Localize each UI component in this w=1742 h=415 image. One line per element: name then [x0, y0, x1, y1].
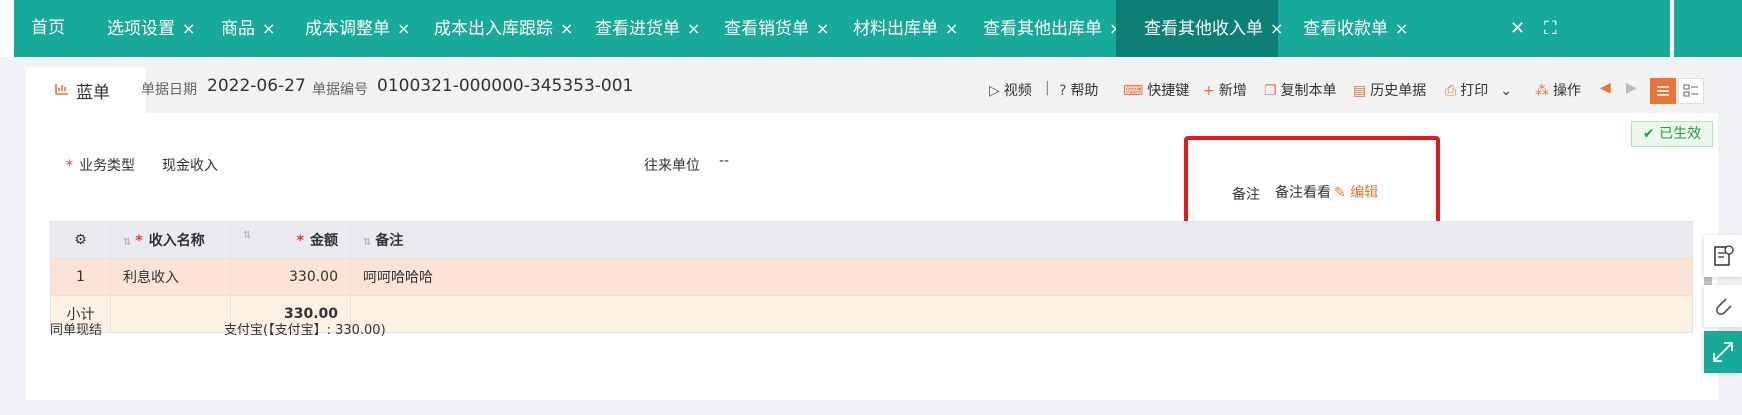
- required-marker: *: [296, 233, 304, 249]
- paperclip-icon: [1715, 298, 1732, 316]
- sort-icon: ⇅: [363, 237, 372, 248]
- list-icon: [1657, 86, 1669, 96]
- fullscreen-icon[interactable]: ⛶: [1544, 0, 1557, 57]
- tab-cost-tracking[interactable]: 成本出入库跟踪 ×: [434, 0, 573, 57]
- status-badge: ✔ 已生效: [1631, 121, 1713, 147]
- close-icon[interactable]: ×: [560, 19, 573, 38]
- tab-cost-adjustment[interactable]: 成本调整单 ×: [305, 0, 410, 57]
- operate-button[interactable]: ⁂ 操作: [1535, 80, 1581, 100]
- tab-home[interactable]: 首页: [31, 0, 65, 57]
- shortcuts-button[interactable]: ⌨ 快捷键: [1123, 80, 1189, 100]
- subtotal-remark: [350, 295, 1693, 333]
- help-icon: ?: [1059, 83, 1067, 99]
- grid-icon: ⁂: [1535, 83, 1549, 99]
- required-marker: *: [135, 233, 143, 249]
- list-view-button[interactable]: [1650, 78, 1676, 104]
- side-expand-button[interactable]: [1704, 331, 1742, 373]
- tab-other-income[interactable]: 查看其他收入单 ×: [1116, 0, 1283, 57]
- tab-other-outbound[interactable]: 查看其他出库单×: [983, 0, 1122, 57]
- new-button[interactable]: + 新增: [1203, 80, 1247, 100]
- partner-label: 往来单位: [644, 158, 700, 174]
- cash-label: 同单现结: [50, 323, 103, 338]
- document-header: 蓝单 单据日期 2022-06-27 单据编号 0100321-000000-3…: [26, 67, 1718, 113]
- play-icon: ▷: [989, 83, 1000, 99]
- tab-option-settings[interactable]: 选项设置 ×: [107, 0, 195, 57]
- table-row[interactable]: 1 利息收入 330.00 呵呵哈哈哈: [50, 258, 1693, 296]
- income-name-cell[interactable]: 利息收入: [110, 258, 231, 296]
- partner-value: --: [719, 153, 730, 169]
- plus-icon: +: [1203, 83, 1215, 99]
- number-value: 0100321-000000-345353-001: [377, 76, 634, 96]
- highlight-box: [1184, 136, 1440, 232]
- side-notes-button[interactable]: [1704, 235, 1742, 277]
- close-icon[interactable]: ×: [397, 19, 410, 38]
- close-icon[interactable]: ×: [262, 19, 275, 38]
- document-panel: 蓝单 单据日期 2022-06-27 单据编号 0100321-000000-3…: [26, 67, 1718, 400]
- close-icon[interactable]: ×: [687, 19, 700, 38]
- chart-icon: [55, 84, 68, 95]
- history-button[interactable]: ▤ 历史单据: [1353, 80, 1426, 100]
- tab-products[interactable]: 商品 ×: [221, 0, 275, 57]
- side-attachment-button[interactable]: [1704, 285, 1742, 327]
- close-all-icon[interactable]: ✕: [1510, 0, 1525, 57]
- cash-value: 支付宝(【支付宝】: 330.00): [224, 323, 386, 338]
- column-settings[interactable]: ⚙: [50, 221, 111, 259]
- amount-cell[interactable]: 330.00: [230, 258, 351, 296]
- document-type-label: 蓝单: [76, 83, 110, 103]
- copy-icon: ❐: [1264, 83, 1277, 99]
- tab-purchase-order[interactable]: 查看进货单 ×: [595, 0, 700, 57]
- close-icon[interactable]: ×: [816, 19, 829, 38]
- column-header-amount[interactable]: ⇅ * 金额: [230, 221, 351, 259]
- close-icon[interactable]: ×: [1395, 19, 1408, 38]
- toolbar-separator: |: [1045, 80, 1050, 96]
- number-label: 单据编号: [312, 82, 368, 98]
- card-list-icon: [1683, 84, 1698, 97]
- tab-divider: [1670, 0, 1674, 57]
- close-icon[interactable]: ×: [182, 19, 195, 38]
- document-icon: ▤: [1353, 83, 1367, 99]
- required-marker: *: [66, 158, 73, 174]
- keyboard-icon: ⌨: [1123, 83, 1144, 99]
- remark-cell[interactable]: 呵呵哈哈哈: [350, 258, 1693, 296]
- column-header-remark[interactable]: ⇅ 备注: [350, 221, 1693, 259]
- gear-icon: ⚙: [74, 232, 87, 248]
- copy-button[interactable]: ❐ 复制本单: [1264, 80, 1337, 100]
- close-icon[interactable]: ×: [1270, 19, 1283, 38]
- printer-icon: ⎙: [1445, 83, 1457, 99]
- subtotal-empty: [110, 295, 231, 333]
- chevron-down-icon: ⌄: [1500, 83, 1512, 99]
- card-view-button[interactable]: [1678, 78, 1704, 104]
- biz-type-value: 现金收入: [162, 158, 218, 174]
- income-table: ⚙ ⇅ * 收入名称 ⇅ * 金额 ⇅ 备注 1 利息收入 330.00 呵呵哈哈哈 小计…: [50, 221, 1693, 333]
- help-button[interactable]: ? 帮助: [1059, 80, 1098, 100]
- sort-icon: ⇅: [123, 237, 132, 248]
- table-header: ⚙ ⇅ * 收入名称 ⇅ * 金额 ⇅ 备注: [50, 221, 1693, 259]
- column-header-name[interactable]: ⇅ * 收入名称: [110, 221, 231, 259]
- tab-sales-order[interactable]: 查看销货单 ×: [724, 0, 829, 57]
- biz-type-label: * 业务类型: [66, 158, 135, 174]
- prev-arrow-icon[interactable]: ◀: [1600, 80, 1611, 96]
- sort-icon: ⇅: [243, 230, 252, 241]
- window-edge: [0, 0, 14, 57]
- print-button[interactable]: ⎙ 打印 ⌄: [1445, 80, 1512, 100]
- tab-material-outbound[interactable]: 材料出库单 ×: [853, 0, 958, 57]
- note-icon: [1714, 245, 1734, 266]
- video-button[interactable]: ▷ 视频: [989, 80, 1032, 100]
- expand-icon: [1713, 342, 1733, 362]
- tab-bar: 首页 选项设置 × 商品 × 成本调整单 × 成本出入库跟踪 × 查看进货单 × 查看销货…: [0, 0, 1742, 57]
- next-arrow-icon[interactable]: ▶: [1626, 80, 1637, 96]
- tab-blue-invoice[interactable]: 蓝单: [26, 67, 146, 113]
- date-label: 单据日期: [141, 82, 197, 98]
- close-icon[interactable]: ×: [945, 19, 958, 38]
- tab-receipt[interactable]: 查看收款单 ×: [1303, 0, 1408, 57]
- check-circle-icon: ✔: [1642, 126, 1660, 142]
- row-index: 1: [50, 258, 111, 296]
- date-value: 2022-06-27: [207, 76, 306, 96]
